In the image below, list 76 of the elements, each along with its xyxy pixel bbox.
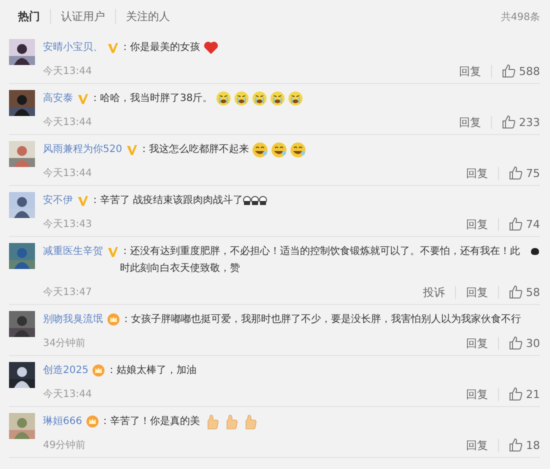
- action-link[interactable]: 回复: [456, 218, 499, 230]
- username-link[interactable]: 高安泰: [43, 90, 73, 107]
- like-button[interactable]: 75: [499, 166, 540, 180]
- username-link[interactable]: 风雨兼程为你520: [43, 141, 122, 158]
- like-button[interactable]: 18: [499, 438, 540, 452]
- comment-text: ：姑娘太棒了，加油: [106, 364, 196, 378]
- like-button[interactable]: 30: [499, 336, 540, 350]
- comment-text: ：我这怎么吃都胖不起来: [139, 142, 250, 157]
- comment-time: 34分钟前: [43, 336, 86, 350]
- comment-time: 今天13:43: [43, 218, 92, 230]
- crown-badge-icon: [107, 313, 120, 326]
- username-link[interactable]: 安不伊: [43, 192, 73, 209]
- action-link[interactable]: 回复: [449, 64, 492, 78]
- laughing-face-icon: [252, 142, 268, 158]
- crown-badge-icon: [92, 364, 106, 377]
- verified-badge-icon: [107, 42, 119, 54]
- like-icon: [509, 217, 523, 231]
- action-link[interactable]: 回复: [449, 116, 492, 128]
- verified-badge-icon: [126, 144, 138, 156]
- verified-badge-icon: [77, 92, 89, 104]
- comment-time: 今天13:44: [43, 116, 92, 128]
- face-icon: [243, 196, 252, 205]
- comment-time: 49分钟前: [43, 438, 86, 452]
- username-link[interactable]: 安晴小宝贝、: [43, 39, 103, 56]
- verified-badge-icon: [77, 194, 89, 206]
- crying-face-icon: [270, 91, 285, 106]
- action-link[interactable]: 回复: [456, 166, 499, 180]
- action-link[interactable]: 回复: [456, 388, 499, 400]
- like-button[interactable]: 58: [499, 285, 540, 299]
- thumbs-up-icon: [244, 414, 258, 430]
- tab[interactable]: 关注的人: [115, 9, 180, 24]
- tab[interactable]: 热门: [18, 9, 50, 24]
- username-link[interactable]: 创造2025: [43, 362, 88, 379]
- action-link[interactable]: 回复: [456, 286, 499, 298]
- comment-time: 今天13:44: [43, 64, 92, 78]
- comment-text: ：女孩子胖嘟嘟也挺可爱，我那时也胖了不少，要是没长胖，我害怕别人以为我家伙食不行: [121, 312, 521, 327]
- like-button[interactable]: 588: [492, 64, 540, 78]
- like-button[interactable]: 21: [499, 387, 540, 401]
- username-link[interactable]: 别吻我臭流氓: [43, 311, 103, 328]
- like-icon: [502, 115, 516, 129]
- verified-badge-icon: [107, 246, 119, 258]
- comment-text: ：辛苦了 战疫结束该跟肉肉战斗了: [90, 194, 244, 208]
- like-icon: [509, 285, 523, 299]
- comment-text: ：辛苦了！你是真的美: [100, 414, 200, 429]
- face-icon: [259, 196, 268, 205]
- crying-face-icon: [234, 91, 249, 106]
- comment-text: ：你是最美的女孩: [120, 40, 200, 55]
- tab[interactable]: 认证用户: [50, 9, 115, 24]
- like-icon: [509, 387, 523, 401]
- comment-time: 今天13:47: [43, 286, 92, 298]
- laughing-face-icon: [290, 142, 306, 158]
- like-button[interactable]: 74: [499, 217, 540, 231]
- like-icon: [509, 166, 523, 180]
- like-icon: [509, 336, 523, 350]
- comment-text: ：还没有达到重度肥胖，不必担心！适当的控制饮食锻炼就可以了。不要怕，还有我在！此时此刻向白衣天使致敬，赞: [120, 244, 521, 276]
- face-icon: [251, 196, 260, 205]
- username-link[interactable]: 减重医生辛贺: [43, 243, 103, 260]
- thumbs-up-icon: [206, 414, 220, 430]
- action-link[interactable]: 回复: [456, 438, 499, 452]
- thumbs-up-icon: [225, 414, 238, 430]
- comment-time: 今天13:44: [43, 388, 92, 400]
- comment-time: 今天13:44: [43, 166, 92, 180]
- comment-count: 共498条: [500, 10, 540, 24]
- crying-face-icon: [216, 91, 231, 106]
- like-icon: [502, 64, 516, 78]
- crying-face-icon: [288, 91, 303, 106]
- like-icon: [509, 438, 523, 452]
- action-link[interactable]: 回复: [456, 336, 499, 350]
- username-link[interactable]: 琳姮666: [43, 413, 82, 430]
- action-link[interactable]: 投诉: [413, 286, 456, 298]
- heart-icon: [203, 40, 219, 55]
- crown-badge-icon: [86, 415, 100, 428]
- comment-text: ：哈哈，我当时胖了38斤。: [90, 92, 213, 106]
- laughing-face-icon: [271, 142, 288, 158]
- like-button[interactable]: 233: [492, 115, 540, 129]
- crying-face-icon: [252, 91, 267, 106]
